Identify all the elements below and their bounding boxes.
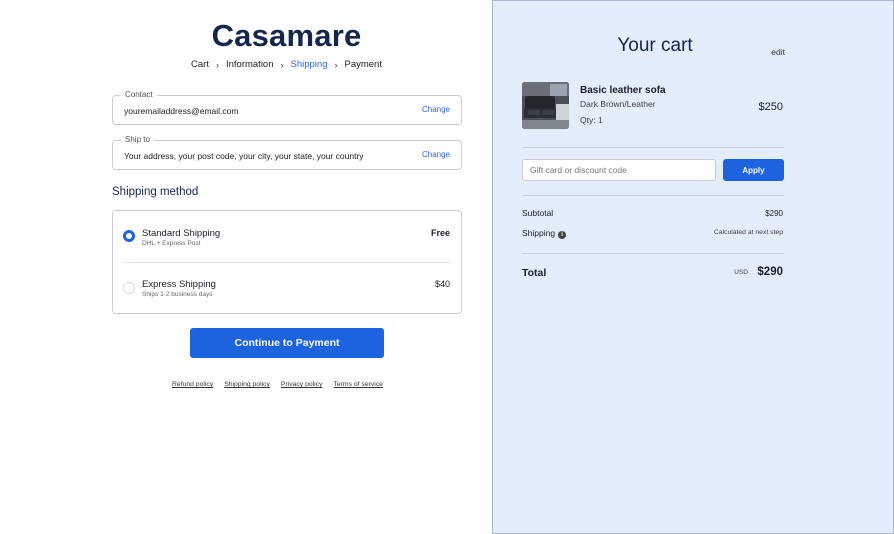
contact-value: youremailaddress@email.com: [124, 106, 239, 116]
radio-unselected-icon[interactable]: [123, 282, 135, 294]
product-price: $250: [758, 101, 783, 113]
total-value: $290: [757, 266, 783, 278]
product-thumbnail: [522, 82, 569, 129]
chevron-right-icon: ›: [215, 59, 219, 70]
privacy-policy-link[interactable]: Privacy policy: [281, 381, 323, 388]
subtotal-value: $290: [765, 209, 783, 218]
breadcrumb-cart[interactable]: Cart: [191, 59, 209, 70]
shipping-option-standard[interactable]: Standard Shipping DHL + Express Post Fre…: [113, 211, 461, 262]
breadcrumb-information[interactable]: Information: [226, 59, 274, 70]
shipping-policy-link[interactable]: Shipping policy: [224, 381, 270, 388]
cart-edit-link[interactable]: edit: [771, 47, 785, 57]
subtotal-label: Subtotal: [522, 208, 554, 218]
shipping-method-title: Shipping method: [112, 186, 199, 198]
info-icon[interactable]: i: [558, 231, 567, 239]
total-label: Total: [522, 267, 547, 279]
policy-links: Refund policy Shipping policy Privacy po…: [172, 381, 383, 388]
shipping-label: Shipping: [522, 228, 556, 238]
shipping-option-express[interactable]: Express Shipping Ships 1-2 business days…: [113, 262, 461, 313]
shipping-value: Calculated at next step: [713, 229, 783, 236]
product-variant: Dark Brown/Leather: [580, 99, 656, 109]
refund-policy-link[interactable]: Refund policy: [172, 381, 213, 388]
breadcrumb-shipping: Shipping: [290, 59, 328, 70]
shipping-option-name: Standard Shipping: [142, 228, 221, 239]
checkout-main: Casamare Cart › Information › Shipping ›…: [0, 0, 492, 534]
shipping-option-detail: Ships 1-2 business days: [142, 291, 213, 298]
terms-of-service-link[interactable]: Terms of service: [333, 381, 382, 388]
total-currency: USD: [734, 269, 748, 276]
contact-field: Contact youremailaddress@email.com Chang…: [112, 90, 462, 125]
ship-to-value: Your address, your post code, your city,…: [124, 151, 364, 161]
breadcrumb: Cart › Information › Shipping › Payment: [0, 59, 573, 70]
divider: [522, 147, 784, 148]
radio-selected-icon[interactable]: [123, 230, 135, 242]
product-name: Basic leather sofa: [580, 85, 666, 96]
shipping-option-price: Free: [430, 228, 450, 238]
apply-discount-button[interactable]: Apply: [723, 159, 784, 181]
breadcrumb-payment: Payment: [344, 59, 382, 70]
shipping-option-name: Express Shipping: [142, 279, 216, 290]
chevron-right-icon: ›: [280, 59, 284, 70]
ship-to-change-link[interactable]: Change: [422, 150, 450, 159]
continue-to-payment-button[interactable]: Continue to Payment: [190, 328, 384, 358]
shipping-row: Shipping i: [522, 228, 567, 239]
discount-code-input[interactable]: [522, 159, 716, 181]
shipping-method-options: Standard Shipping DHL + Express Post Fre…: [112, 210, 462, 314]
divider: [522, 253, 784, 254]
cart-summary: Your cart edit Basic leather sofa Dark B…: [492, 0, 894, 534]
shipping-option-detail: DHL + Express Post: [142, 240, 201, 247]
product-quantity: Qty: 1: [580, 115, 603, 125]
brand-logo[interactable]: Casamare: [0, 18, 573, 54]
shipping-option-price: $40: [434, 279, 450, 289]
ship-to-label: Ship to: [121, 135, 154, 144]
chevron-right-icon: ›: [334, 59, 338, 70]
ship-to-field: Ship to Your address, your post code, yo…: [112, 135, 462, 170]
divider: [522, 195, 784, 196]
sofa-photo-icon: [522, 82, 569, 129]
cart-title: Your cart: [617, 35, 693, 56]
contact-change-link[interactable]: Change: [422, 105, 450, 114]
contact-label: Contact: [121, 90, 157, 99]
